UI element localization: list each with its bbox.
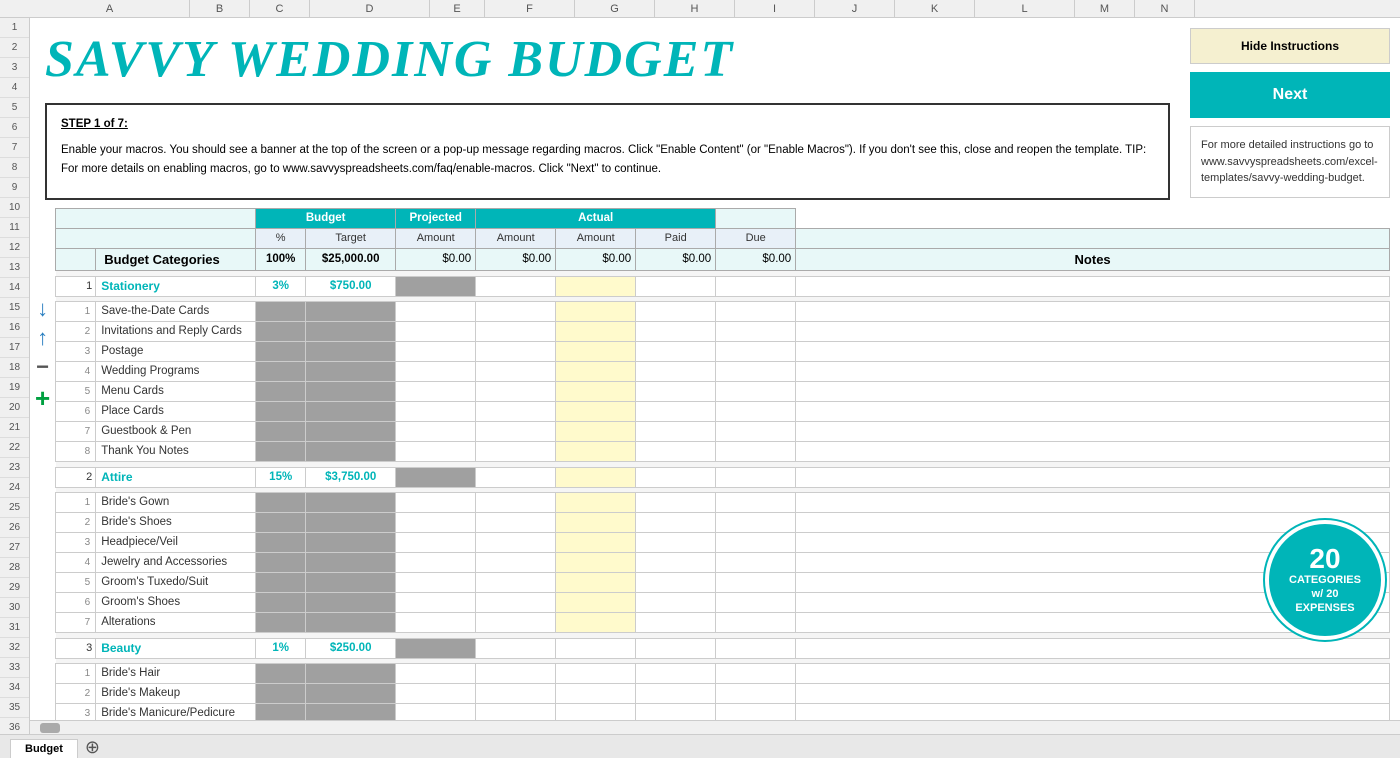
col-d: D bbox=[310, 0, 430, 17]
category-name-beauty: Beauty bbox=[101, 641, 141, 655]
more-info-box: For more detailed instructions go to www… bbox=[1190, 126, 1390, 198]
pct-subheader: % bbox=[256, 228, 306, 248]
due-subheader: Due bbox=[716, 228, 796, 248]
cat-pct-stationery: 3% bbox=[256, 276, 306, 296]
cat-target-beauty: $250.00 bbox=[306, 638, 396, 658]
col-m: M bbox=[1075, 0, 1135, 17]
total-pct: 100% bbox=[256, 248, 306, 270]
add-tab-icon[interactable]: ⊕ bbox=[80, 737, 105, 758]
list-item: 2 Bride's Makeup bbox=[56, 683, 1390, 703]
hide-instructions-button[interactable]: Hide Instructions bbox=[1190, 28, 1390, 64]
horizontal-scrollbar[interactable] bbox=[30, 720, 1400, 734]
list-item: 3 Headpiece/Veil bbox=[56, 532, 1390, 552]
cat-pct-beauty: 1% bbox=[256, 638, 306, 658]
target-subheader: Target bbox=[306, 228, 396, 248]
list-item: 5 Menu Cards bbox=[56, 381, 1390, 401]
col-j: J bbox=[815, 0, 895, 17]
badge-line3: EXPENSES bbox=[1295, 602, 1354, 614]
move-up-icon[interactable]: ↑ bbox=[37, 325, 48, 351]
col-k: K bbox=[895, 0, 975, 17]
category-name-attire: Attire bbox=[101, 470, 132, 484]
list-item: 2 Invitations and Reply Cards bbox=[56, 321, 1390, 341]
actual-amount-subheader: Amount bbox=[556, 228, 636, 248]
list-item: 1 Bride's Gown bbox=[56, 492, 1390, 512]
add-icon[interactable]: + bbox=[35, 383, 50, 414]
budget-amount-subheader: Amount bbox=[396, 228, 476, 248]
col-c: C bbox=[250, 0, 310, 17]
list-item: 7 Guestbook & Pen bbox=[56, 421, 1390, 441]
actual-header: Actual bbox=[476, 208, 716, 228]
projected-amount-subheader: Amount bbox=[476, 228, 556, 248]
col-a: A bbox=[30, 0, 190, 17]
next-button[interactable]: Next bbox=[1190, 72, 1390, 118]
categories-badge: 20 CATEGORIES w/ 20 EXPENSES bbox=[1265, 520, 1385, 640]
projected-header: Projected bbox=[396, 208, 476, 228]
col-n: N bbox=[1135, 0, 1195, 17]
total-paid: $0.00 bbox=[636, 248, 716, 270]
instructions-box: STEP 1 of 7: Enable your macros. You sho… bbox=[45, 103, 1170, 200]
total-budget-amount: $0.00 bbox=[396, 248, 476, 270]
badge-line2: w/ 20 bbox=[1312, 588, 1339, 600]
list-item: 6 Groom's Shoes bbox=[56, 592, 1390, 612]
budget-table: Budget Projected Actual % Target Amount bbox=[55, 208, 1390, 721]
total-due: $0.00 bbox=[716, 248, 796, 270]
list-item: 2 Bride's Shoes bbox=[56, 512, 1390, 532]
total-target: $25,000.00 bbox=[306, 248, 396, 270]
cat-target-stationery: $750.00 bbox=[306, 276, 396, 296]
app-title: SAVVY WEDDING BUDGET bbox=[45, 31, 734, 88]
category-row: 2 Attire 15% $3,750.00 bbox=[56, 467, 1390, 487]
list-item: 1 Save-the-Date Cards bbox=[56, 301, 1390, 321]
col-l: L bbox=[975, 0, 1075, 17]
col-i: I bbox=[735, 0, 815, 17]
row-controls: ↓ ↑ − + bbox=[35, 208, 55, 721]
step-title: STEP 1 of 7: bbox=[61, 115, 1154, 135]
list-item: 8 Thank You Notes bbox=[56, 441, 1390, 461]
budget-header: Budget bbox=[256, 208, 396, 228]
category-row: 1 Stationery 3% $750.00 bbox=[56, 276, 1390, 296]
title-area: SAVVY WEDDING BUDGET bbox=[30, 18, 1180, 103]
col-g: G bbox=[575, 0, 655, 17]
budget-categories-label: Budget Categories bbox=[96, 248, 256, 270]
tab-bar: Budget ⊕ bbox=[0, 734, 1400, 758]
move-down-icon[interactable]: ↓ bbox=[37, 296, 48, 322]
list-item: 7 Alterations bbox=[56, 612, 1390, 632]
col-b: B bbox=[190, 0, 250, 17]
list-item: 1 Bride's Hair bbox=[56, 663, 1390, 683]
remove-icon[interactable]: − bbox=[36, 354, 49, 380]
col-e: E bbox=[430, 0, 485, 17]
cat-target-attire: $3,750.00 bbox=[306, 467, 396, 487]
total-projected: $0.00 bbox=[476, 248, 556, 270]
list-item: 3 Postage bbox=[56, 341, 1390, 361]
category-row: 3 Beauty 1% $250.00 bbox=[56, 638, 1390, 658]
tab-budget[interactable]: Budget bbox=[10, 739, 78, 758]
row-numbers: 1 2 3 4 5 6 7 8 9 10 11 12 13 14 15 16 1… bbox=[0, 18, 30, 734]
cat-pct-attire: 15% bbox=[256, 467, 306, 487]
total-actual: $0.00 bbox=[556, 248, 636, 270]
category-name-stationery: Stationery bbox=[101, 279, 160, 293]
notes-header: Notes bbox=[796, 248, 1390, 270]
badge-line1: CATEGORIES bbox=[1289, 574, 1361, 586]
list-item: 6 Place Cards bbox=[56, 401, 1390, 421]
column-header-bar: A B C D E F G H I J K L M N bbox=[0, 0, 1400, 18]
list-item: 5 Groom's Tuxedo/Suit bbox=[56, 572, 1390, 592]
col-h: H bbox=[655, 0, 735, 17]
list-item: 4 Wedding Programs bbox=[56, 361, 1390, 381]
paid-subheader: Paid bbox=[636, 228, 716, 248]
badge-number: 20 bbox=[1309, 545, 1340, 573]
col-f: F bbox=[485, 0, 575, 17]
list-item: 3 Bride's Manicure/Pedicure bbox=[56, 703, 1390, 720]
list-item: 4 Jewelry and Accessories bbox=[56, 552, 1390, 572]
instructions-body: Enable your macros. You should see a ban… bbox=[61, 141, 1154, 179]
